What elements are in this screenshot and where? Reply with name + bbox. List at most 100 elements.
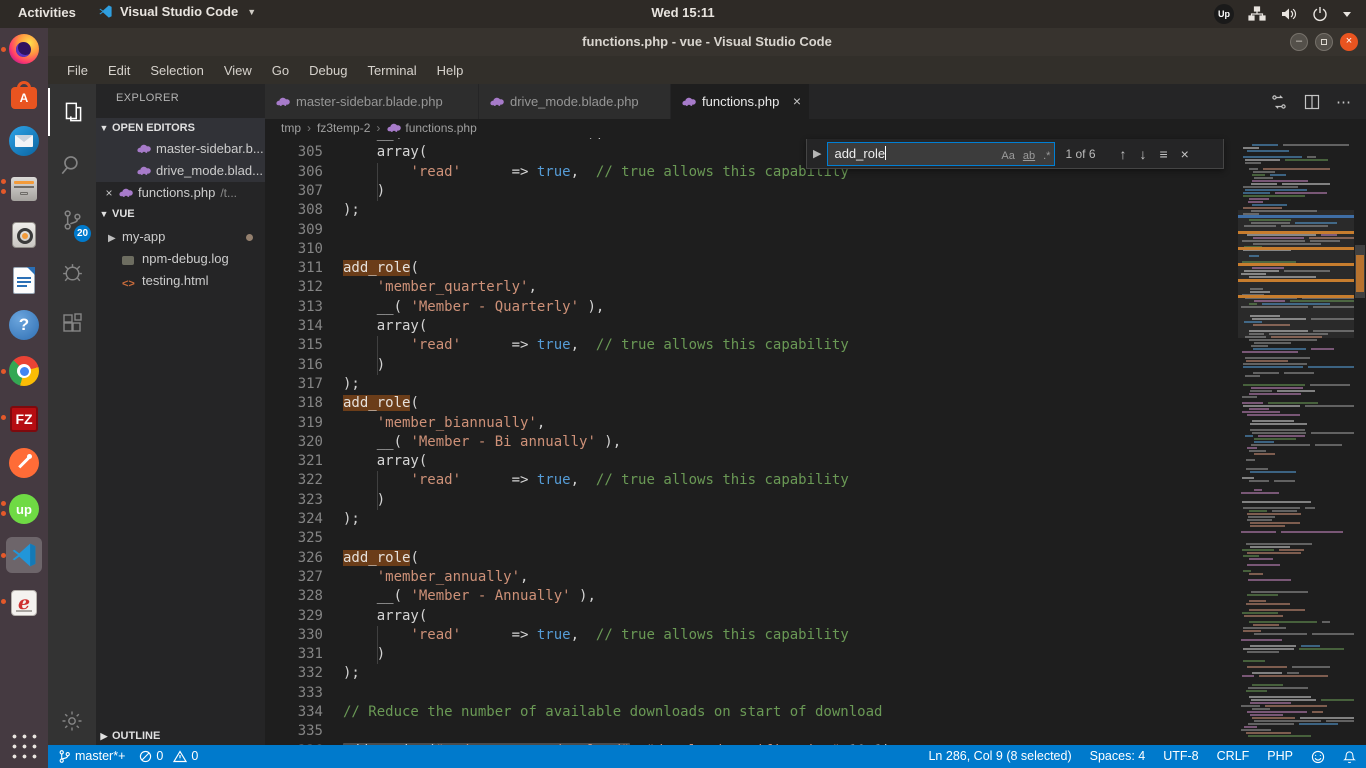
- regex-toggle[interactable]: .*: [1043, 145, 1050, 167]
- open-changes-icon[interactable]: [1270, 93, 1288, 111]
- line-number: 333: [265, 684, 323, 703]
- code-editor[interactable]: 304 __( 'Premium Subscriber' ),305 array…: [265, 138, 1238, 745]
- git-branch-indicator[interactable]: master*+: [58, 745, 125, 768]
- tab-drive_mode.blade.php[interactable]: drive_mode.blade.php: [479, 84, 671, 119]
- previous-match-icon[interactable]: ↑: [1120, 146, 1127, 162]
- find-results-count: 1 of 6: [1065, 147, 1095, 161]
- dock-item-ubuntu-software[interactable]: A: [6, 77, 42, 113]
- code-line-326: 326add_role(: [265, 549, 1238, 568]
- dock-item-files[interactable]: [6, 169, 42, 205]
- status-eol[interactable]: CRLF: [1217, 745, 1250, 768]
- menu-help[interactable]: Help: [428, 60, 473, 81]
- file-item-testing-html[interactable]: <>testing.html: [96, 270, 265, 292]
- close-tab-icon[interactable]: ×: [793, 84, 801, 119]
- dock-item-postman[interactable]: [6, 445, 42, 481]
- menu-file[interactable]: File: [58, 60, 97, 81]
- source-control-badge: 20: [74, 225, 91, 242]
- project-section-header[interactable]: ▼VUE: [96, 204, 265, 224]
- dock-item-vscode[interactable]: [6, 537, 42, 573]
- upwork-tray-icon[interactable]: Up: [1214, 4, 1234, 24]
- breadcrumb-fz3temp-2[interactable]: fz3temp-2: [317, 121, 370, 135]
- power-icon[interactable]: [1312, 6, 1328, 22]
- dock-item-firefox[interactable]: [6, 31, 42, 67]
- volume-icon[interactable]: [1280, 6, 1298, 22]
- menu-view[interactable]: View: [215, 60, 261, 81]
- outline-section-header[interactable]: ▶OUTLINE: [96, 726, 265, 746]
- dock-item-chrome[interactable]: [6, 353, 42, 389]
- open-editor-item-drive-mode[interactable]: drive_mode.blad...: [96, 160, 265, 182]
- network-icon[interactable]: [1248, 6, 1266, 22]
- minimap-match-marker: [1238, 279, 1354, 282]
- extensions-icon[interactable]: [48, 300, 96, 348]
- running-indicator-dot: [1, 179, 6, 184]
- dock-item-upwork[interactable]: up: [6, 491, 42, 527]
- breadcrumb-tmp[interactable]: tmp: [281, 121, 301, 135]
- line-number: 316: [265, 356, 323, 375]
- status-encoding[interactable]: UTF-8: [1163, 745, 1198, 768]
- code-line-332: 332);: [265, 664, 1238, 683]
- line-number: 325: [265, 529, 323, 548]
- dock-item-filezilla[interactable]: FZ: [6, 399, 42, 435]
- status-indentation[interactable]: Spaces: 4: [1090, 745, 1146, 768]
- find-in-selection-icon[interactable]: ≡: [1160, 146, 1168, 162]
- notifications-bell-icon[interactable]: [1343, 750, 1356, 764]
- line-number: 309: [265, 221, 323, 240]
- clock[interactable]: Wed 15:11: [0, 5, 1366, 20]
- branch-icon: [58, 749, 71, 764]
- problems-indicator[interactable]: 0 0: [139, 745, 198, 768]
- show-applications-icon[interactable]: [6, 728, 42, 764]
- code-line-315: 315 'read' => true, // true allows this …: [265, 336, 1238, 355]
- folder-item-my-app[interactable]: ▶my-app: [96, 226, 265, 248]
- dock-item-thunderbird[interactable]: [6, 123, 42, 159]
- next-match-icon[interactable]: ↓: [1140, 146, 1147, 162]
- menu-edit[interactable]: Edit: [99, 60, 139, 81]
- dock-item-libreoffice-writer[interactable]: [6, 261, 42, 297]
- split-editor-icon[interactable]: [1304, 94, 1320, 110]
- open-editor-item-master-sidebar[interactable]: master-sidebar.b...: [96, 138, 265, 160]
- feedback-smiley-icon[interactable]: [1311, 750, 1325, 764]
- running-indicator-dot: [1, 47, 6, 52]
- menu-go[interactable]: Go: [263, 60, 298, 81]
- code-line-333: 333: [265, 684, 1238, 703]
- settings-gear-icon[interactable]: [48, 697, 96, 745]
- close-find-icon[interactable]: ×: [1181, 146, 1189, 162]
- explorer-icon[interactable]: [48, 88, 96, 136]
- dock-item-text-editor[interactable]: e: [6, 583, 42, 619]
- breadcrumb-functions-php[interactable]: functions.php: [405, 121, 476, 135]
- tab-functions.php[interactable]: functions.php ×: [671, 84, 810, 119]
- match-case-toggle[interactable]: Aa: [1001, 145, 1014, 167]
- php-file-icon: [118, 184, 134, 198]
- system-top-bar: Activities Visual Studio Code ▼ Wed 15:1…: [0, 0, 1366, 28]
- open-editors-header[interactable]: ▼OPEN EDITORS: [96, 118, 265, 138]
- source-control-icon[interactable]: 20: [48, 196, 96, 244]
- file-item-npm-debug-log[interactable]: npm-debug.log: [96, 248, 265, 270]
- breadcrumb: tmp›fz3temp-2›functions.php: [265, 119, 1366, 138]
- maximize-button[interactable]: [1315, 33, 1333, 51]
- close-editor-icon[interactable]: ×: [102, 182, 116, 204]
- menu-selection[interactable]: Selection: [141, 60, 212, 81]
- code-line-321: 321 array(: [265, 452, 1238, 471]
- debug-icon[interactable]: [48, 248, 96, 296]
- search-icon[interactable]: [48, 141, 96, 189]
- status-selection-info[interactable]: Ln 286, Col 9 (8 selected): [928, 745, 1071, 768]
- chevron-down-icon[interactable]: [1342, 10, 1352, 18]
- menu-terminal[interactable]: Terminal: [358, 60, 425, 81]
- code-line-316: 316 ): [265, 356, 1238, 375]
- whole-word-toggle[interactable]: ab: [1023, 145, 1035, 167]
- dock-item-rhythmbox[interactable]: [6, 215, 42, 251]
- tab-master-sidebar.blade.php[interactable]: master-sidebar.blade.php: [265, 84, 479, 119]
- find-input[interactable]: add_role Aa ab .*: [827, 142, 1055, 166]
- minimize-button[interactable]: –: [1290, 33, 1308, 51]
- close-button[interactable]: ×: [1340, 33, 1358, 51]
- code-line-314: 314 array(: [265, 317, 1238, 336]
- window-titlebar[interactable]: functions.php - vue - Visual Studio Code…: [48, 28, 1366, 56]
- status-language-mode[interactable]: PHP: [1267, 745, 1293, 768]
- open-editor-item-functions[interactable]: ×functions.php/t...: [96, 182, 265, 204]
- dock-item-help[interactable]: ?: [6, 307, 42, 343]
- menu-debug[interactable]: Debug: [300, 60, 356, 81]
- more-actions-icon[interactable]: ⋯: [1336, 93, 1352, 111]
- vertical-scrollbar[interactable]: [1354, 138, 1366, 745]
- minimap[interactable]: [1238, 138, 1354, 745]
- toggle-replace-icon[interactable]: ▶: [807, 147, 827, 160]
- tab-label: functions.php: [702, 94, 779, 109]
